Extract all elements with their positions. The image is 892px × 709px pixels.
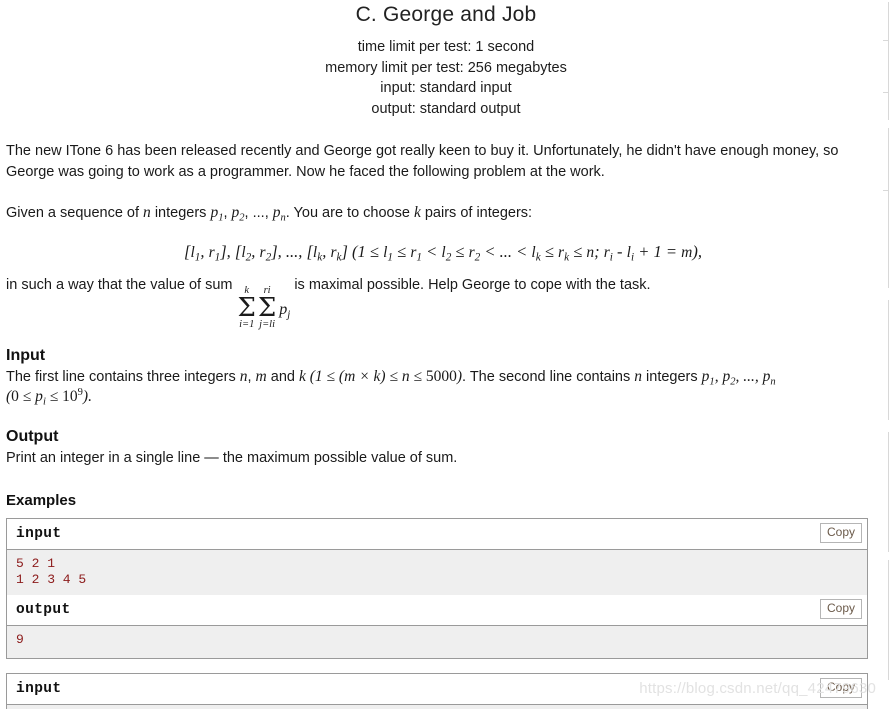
sample-2-input-header: input Copy: [7, 674, 867, 705]
statement-intro-paragraph: The new ITone 6 has been released recent…: [6, 143, 839, 180]
summation-inner-lower: j=li: [259, 318, 275, 330]
sigma-glyph-outer: Σ: [237, 292, 256, 323]
double-summation: k Σ i=1 ri Σ j=li pj: [237, 285, 291, 331]
given-suffix-text: . You are to choose: [285, 205, 414, 222]
input-text-d: . The second line contains: [462, 368, 635, 385]
problem-header: C. George and Job time limit per test: 1…: [0, 0, 892, 119]
copy-button-sample-1-output[interactable]: Copy: [819, 599, 862, 620]
given-end-text: pairs of integers:: [420, 205, 533, 222]
given-mid-text: integers: [150, 205, 211, 222]
summation-inner: ri Σ j=li: [257, 285, 277, 331]
given-dots-text: , ...,: [244, 205, 273, 222]
sample-2-input-label: input: [16, 681, 62, 698]
output-section-heading: Output: [6, 427, 59, 445]
copy-button-sample-1-input[interactable]: Copy: [819, 523, 862, 544]
sample-1-input-header: input Copy: [7, 519, 867, 550]
time-limit-line: time limit per test: 1 second: [357, 39, 535, 56]
sample-test-2: input Copy 7 1 3 2 10 7 18 5 33 0 output…: [6, 673, 868, 709]
statement-given-paragraph: Given a sequence of n integers p1, p2, .…: [6, 203, 880, 224]
input-var-n2: n: [634, 367, 643, 385]
sigma-glyph-inner: Σ: [257, 292, 277, 323]
memory-limit-line: memory limit per test: 256 megabytes: [325, 59, 567, 76]
input-text-e: integers: [642, 368, 702, 385]
var-p2: p2: [231, 204, 245, 224]
var-k: k: [413, 204, 421, 222]
sample-1-input-data: 5 2 1 1 2 3 4 5: [7, 549, 867, 596]
sample-1-input-label: input: [16, 526, 62, 543]
problem-statement: The new ITone 6 has been released recent…: [0, 141, 892, 511]
sum-suffix-text: is maximal possible. Help George to cope…: [294, 276, 651, 293]
summation-outer: k Σ i=1: [237, 285, 256, 331]
input-spec-line: input: standard input: [380, 80, 512, 97]
sample-tests: input Copy 5 2 1 1 2 3 4 5 output Copy 9…: [0, 518, 892, 709]
var-n: n: [143, 204, 151, 222]
output-spec-line: output: standard output: [371, 100, 521, 117]
pairs-formula: [l1, r1], [l2, r2], ..., [lk, rk] (1 ≤ l…: [184, 241, 702, 264]
problem-page: C. George and Job time limit per test: 1…: [0, 0, 892, 709]
page-title: C. George and Job: [355, 3, 537, 26]
output-section-text: Print an integer in a single line — the …: [6, 449, 458, 466]
sample-1-output-data: 9: [7, 625, 867, 659]
examples-section-heading: Examples: [6, 492, 77, 510]
sample-1-output-label: output: [16, 602, 71, 619]
input-section-text: The first line contains three integers n…: [6, 367, 880, 408]
input-text-c: and: [266, 368, 299, 385]
summation-outer-lower: i=1: [239, 318, 255, 330]
var-pn: pn: [272, 204, 286, 224]
input-section-heading: Input: [6, 346, 46, 364]
summation-body: pj: [279, 300, 291, 321]
var-p1: p1: [210, 204, 224, 224]
input-text-a: The first line contains three integers: [6, 368, 240, 385]
input-sequence: p1, p2, ..., pn: [701, 367, 776, 387]
input-text-b: ,: [247, 368, 256, 385]
sample-1-output-header: output Copy: [7, 595, 867, 626]
sum-prefix-text: in such a way that the value of sum: [6, 276, 233, 293]
input-var-k: k: [299, 367, 306, 385]
sample-2-input-data: 7 1 3 2 10 7 18 5 33 0: [7, 704, 867, 709]
input-var-m: m: [255, 367, 267, 385]
input-value-range: (0 ≤ pi ≤ 109).: [6, 386, 92, 408]
copy-button-sample-2-input[interactable]: Copy: [819, 678, 862, 699]
given-prefix-text: Given a sequence of: [6, 205, 144, 222]
sum-paragraph: in such a way that the value of sum k Σ …: [6, 275, 880, 330]
sample-test-1: input Copy 5 2 1 1 2 3 4 5 output Copy 9: [6, 518, 868, 660]
comma-1: ,: [223, 205, 232, 222]
input-constraint: (1 ≤ (m × k) ≤ n ≤ 5000): [305, 367, 463, 385]
